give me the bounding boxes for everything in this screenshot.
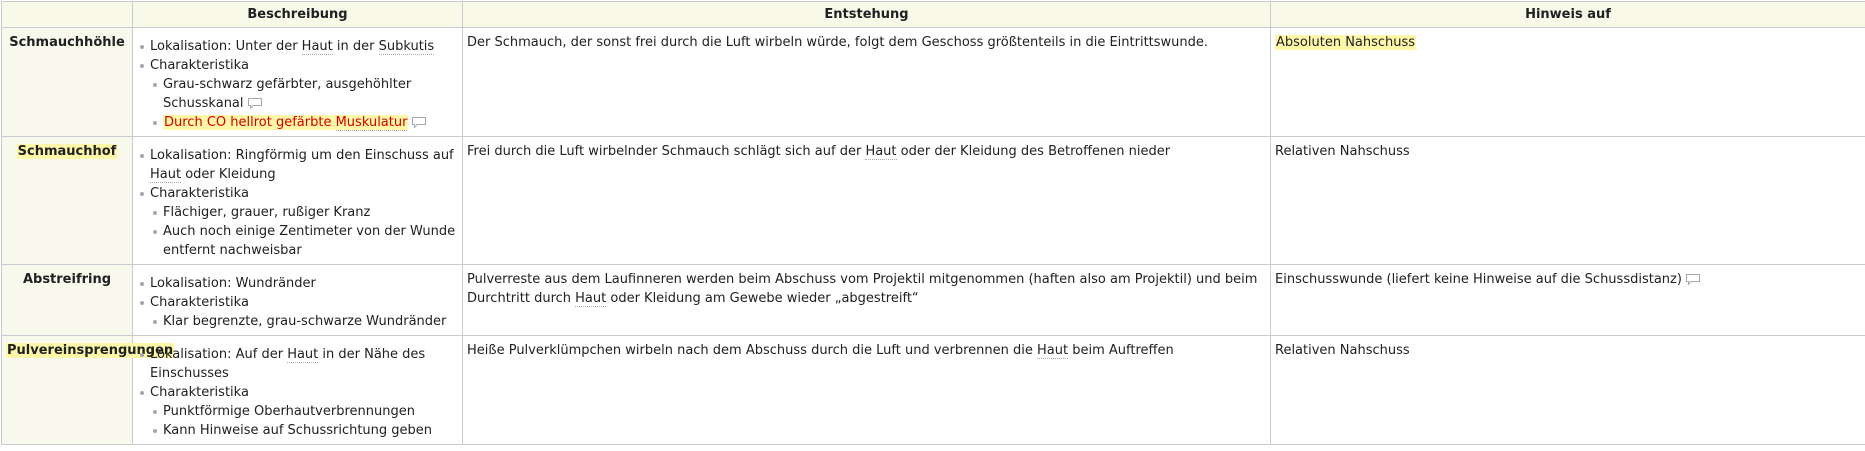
list-item: Charakteristika Flächiger, grauer, rußig… <box>140 184 458 260</box>
hinweis-cell: Relativen Nahschuss <box>1270 136 1865 265</box>
sub-item-text: Grau-schwarz gefärbter, ausgehöhlter Sch… <box>163 77 412 111</box>
charakteristika-label: Charakteristika <box>150 295 249 310</box>
comment-icon[interactable] <box>247 98 262 109</box>
hinweis-cell: Relativen Nahschuss <box>1270 335 1865 445</box>
lokalisation-text: Lokalisation: Unter der <box>150 39 302 54</box>
link-haut[interactable]: Haut <box>1037 343 1069 359</box>
list-item: Kann Hinweise auf Schussrichtung geben <box>153 421 458 440</box>
beschreibung-cell: Lokalisation: Unter der Haut in der Subk… <box>132 27 463 137</box>
entstehung-text: Der Schmauch, der sonst frei durch die L… <box>467 35 1209 50</box>
row-label: Schmauchhöhle <box>1 27 133 137</box>
sub-item-text: Durch CO hellrot gefärbte <box>164 115 336 130</box>
list-item: Charakteristika Klar begrenzte, grau-sch… <box>140 293 458 331</box>
list-item: Lokalisation: Wundränder <box>140 274 458 293</box>
link-haut[interactable]: Haut <box>301 39 333 55</box>
entstehung-text-suffix: oder der Kleidung des Betroffenen nieder <box>896 144 1171 159</box>
header-hinweis: Hinweis auf <box>1270 1 1865 28</box>
row-label: Schmauchhof <box>1 136 133 265</box>
list-item: Charakteristika Punktförmige Oberhautver… <box>140 383 458 440</box>
entstehung-text: Frei durch die Luft wirbelnder Schmauch … <box>467 144 866 159</box>
list-item: Lokalisation: Unter der Haut in der Subk… <box>140 37 458 56</box>
beschreibung-list: Lokalisation: Wundränder Charakteristika… <box>137 274 458 331</box>
beschreibung-cell: Lokalisation: Auf der Haut in der Nähe d… <box>132 335 463 445</box>
charakteristika-list: Flächiger, grauer, rußiger Kranz Auch no… <box>150 203 458 260</box>
link-haut[interactable]: Haut <box>287 347 319 363</box>
beschreibung-list: Lokalisation: Auf der Haut in der Nähe d… <box>137 345 458 440</box>
list-item: Flächiger, grauer, rußiger Kranz <box>153 203 458 222</box>
header-empty <box>1 1 133 28</box>
link-haut[interactable]: Haut <box>865 144 897 160</box>
entstehung-cell: Der Schmauch, der sonst frei durch die L… <box>462 27 1271 137</box>
list-item: Klar begrenzte, grau-schwarze Wundränder <box>153 312 458 331</box>
beschreibung-list: Lokalisation: Unter der Haut in der Subk… <box>137 37 458 132</box>
charakteristika-label: Charakteristika <box>150 186 249 201</box>
row-label-text: Schmauchhöhle <box>9 35 125 50</box>
hinweis-text: Einschusswunde (liefert keine Hinweise a… <box>1275 272 1682 287</box>
lokalisation-text-mid: in der <box>332 39 379 54</box>
list-item: Punktförmige Oberhautverbrennungen <box>153 402 458 421</box>
row-label-text: Pulvereinsprengungen <box>6 343 175 358</box>
hinweis-cell: Einschusswunde (liefert keine Hinweise a… <box>1270 264 1865 336</box>
link-haut[interactable]: Haut <box>575 291 607 307</box>
highlighted-text: Durch CO hellrot gefärbte Muskulatur <box>163 115 409 131</box>
comment-icon[interactable] <box>1685 274 1700 285</box>
row-label: Abstreifring <box>1 264 133 336</box>
list-item: Charakteristika Grau-schwarz gefärbter, … <box>140 56 458 132</box>
entstehung-text: Heiße Pulverklümpchen wirbeln nach dem A… <box>467 343 1038 358</box>
list-item: Auch noch einige Zentimeter von der Wund… <box>153 222 458 260</box>
row-label-text: Schmauchhof <box>16 144 118 159</box>
charakteristika-label: Charakteristika <box>150 385 249 400</box>
list-item: Durch CO hellrot gefärbte Muskulatur <box>153 113 458 132</box>
charakteristika-list: Klar begrenzte, grau-schwarze Wundränder <box>150 312 458 331</box>
entstehung-cell: Heiße Pulverklümpchen wirbeln nach dem A… <box>462 335 1271 445</box>
table-row: Schmauchhof Lokalisation: Ringförmig um … <box>1 136 1865 265</box>
lokalisation-text: Lokalisation: Auf der <box>150 347 288 362</box>
header-beschreibung: Beschreibung <box>132 1 463 28</box>
list-item: Lokalisation: Auf der Haut in der Nähe d… <box>140 345 458 383</box>
charakteristika-list: Grau-schwarz gefärbter, ausgehöhlter Sch… <box>150 75 458 132</box>
table-row: Pulvereinsprengungen Lokalisation: Auf d… <box>1 335 1865 445</box>
row-label-text: Abstreifring <box>22 272 112 287</box>
charakteristika-list: Punktförmige Oberhautverbrennungen Kann … <box>150 402 458 440</box>
entstehung-cell: Frei durch die Luft wirbelnder Schmauch … <box>462 136 1271 265</box>
table-row: Abstreifring Lokalisation: Wundränder Ch… <box>1 264 1865 336</box>
entstehung-text-suffix: beim Auftreffen <box>1068 343 1174 358</box>
lokalisation-text-suffix: oder Kleidung <box>181 167 276 182</box>
link-muskulatur[interactable]: Muskulatur <box>335 115 408 131</box>
beschreibung-cell: Lokalisation: Ringförmig um den Einschus… <box>132 136 463 265</box>
beschreibung-list: Lokalisation: Ringförmig um den Einschus… <box>137 146 458 260</box>
header-row: Beschreibung Entstehung Hinweis auf <box>1 1 1865 28</box>
entstehung-cell: Pulverreste aus dem Laufinneren werden b… <box>462 264 1271 336</box>
header-entstehung: Entstehung <box>462 1 1271 28</box>
link-haut[interactable]: Haut <box>150 167 182 183</box>
list-item: Grau-schwarz gefärbter, ausgehöhlter Sch… <box>153 75 458 113</box>
lokalisation-text: Lokalisation: Ringförmig um den Einschus… <box>150 148 454 163</box>
table-row: Schmauchhöhle Lokalisation: Unter der Ha… <box>1 27 1865 137</box>
entstehung-text-suffix: oder Kleidung am Gewebe wieder „abgestre… <box>606 291 919 306</box>
list-item: Lokalisation: Ringförmig um den Einschus… <box>140 146 458 184</box>
charakteristika-label: Charakteristika <box>150 58 249 73</box>
hinweis-text: Absoluten Nahschuss <box>1275 35 1417 50</box>
comparison-table: Beschreibung Entstehung Hinweis auf Schm… <box>1 1 1865 445</box>
link-subkutis[interactable]: Subkutis <box>378 39 435 55</box>
comment-icon[interactable] <box>412 117 427 128</box>
beschreibung-cell: Lokalisation: Wundränder Charakteristika… <box>132 264 463 336</box>
row-label: Pulvereinsprengungen <box>1 335 175 445</box>
hinweis-cell: Absoluten Nahschuss <box>1270 27 1865 137</box>
